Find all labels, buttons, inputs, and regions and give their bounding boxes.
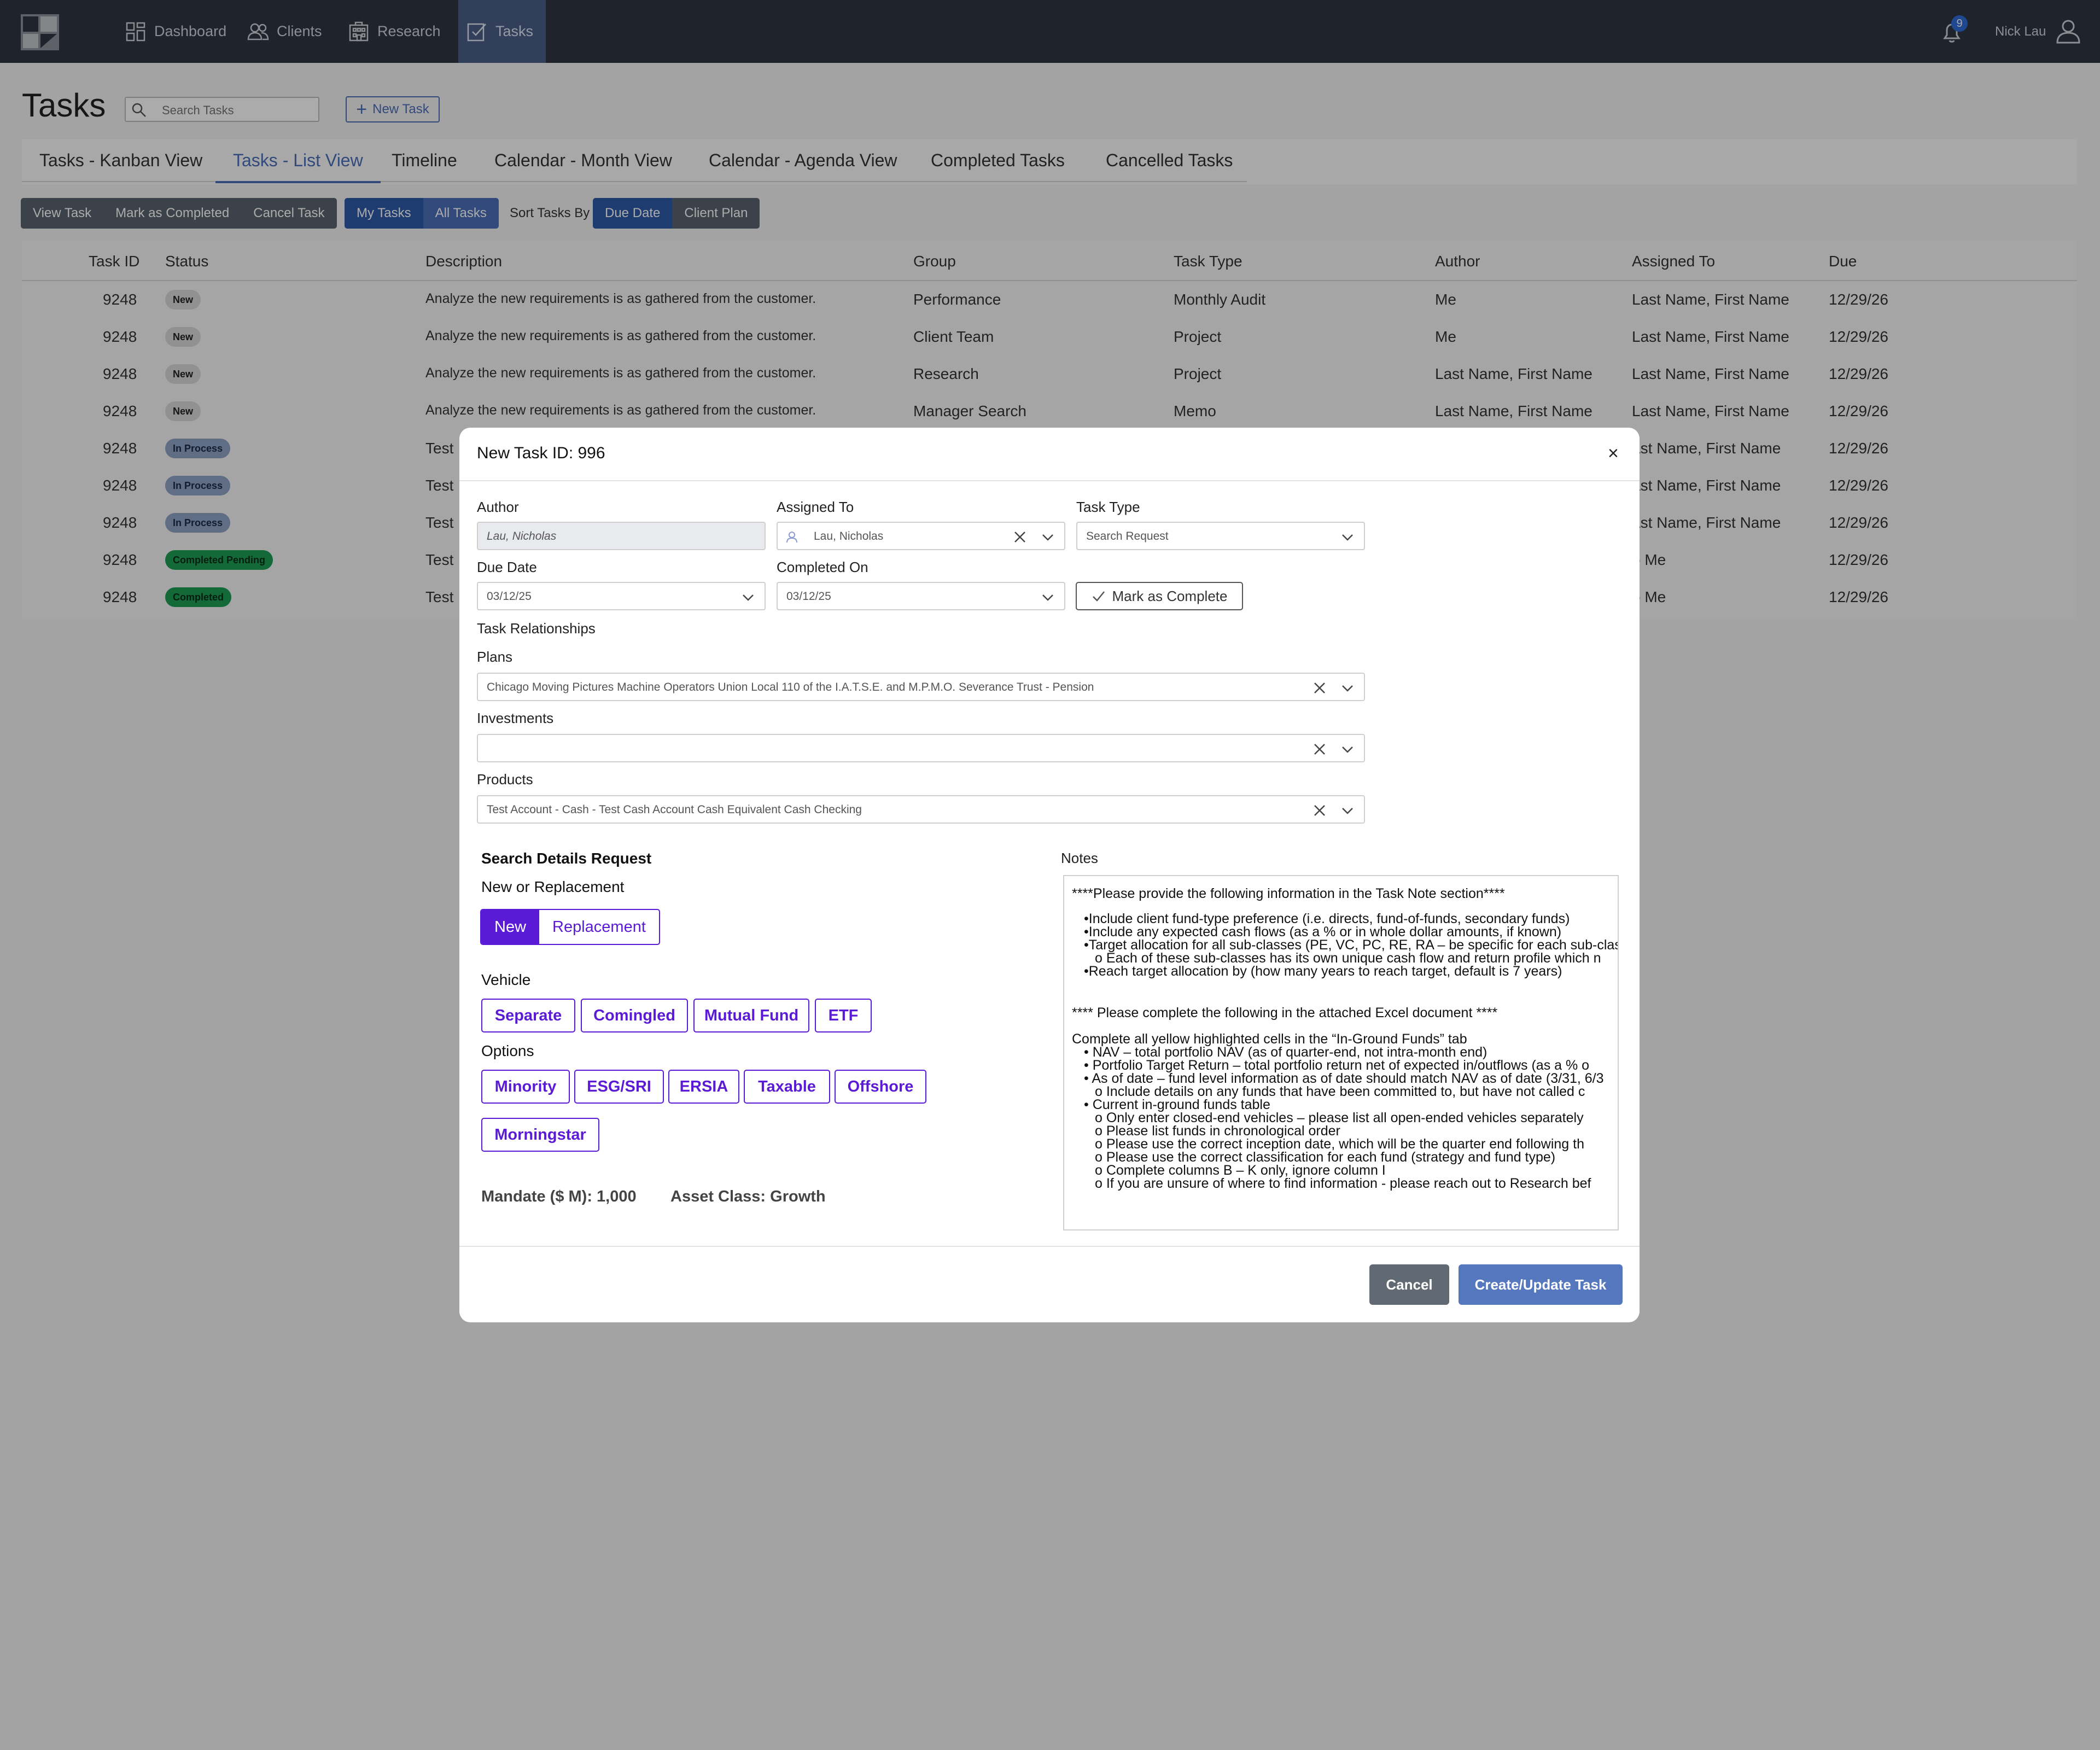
- vehicle-separate-chip[interactable]: Separate: [481, 999, 575, 1032]
- modal-header-divider: [459, 480, 1640, 481]
- plans-value: Chicago Moving Pictures Machine Operator…: [487, 681, 1094, 693]
- products-select[interactable]: Test Account - Cash - Test Cash Account …: [477, 795, 1365, 824]
- option-ersia-chip[interactable]: ERSIA: [668, 1070, 739, 1104]
- option-taxable-chip[interactable]: Taxable: [744, 1070, 830, 1104]
- mark-as-complete-label: Mark as Complete: [1112, 587, 1228, 604]
- clear-icon[interactable]: [1312, 681, 1327, 695]
- vehicle-label: Vehicle: [481, 971, 531, 988]
- vehicle-etf-chip[interactable]: ETF: [815, 999, 872, 1032]
- chevron-down-icon[interactable]: [1041, 530, 1054, 544]
- mandate-value: Mandate ($ M): 1,000: [481, 1188, 637, 1205]
- task-relationships-label: Task Relationships: [477, 620, 596, 637]
- mark-as-complete-button[interactable]: Mark as Complete: [1076, 582, 1243, 610]
- due-date-value: 03/12/25: [487, 590, 532, 603]
- option-morningstar-chip[interactable]: Morningstar: [481, 1118, 599, 1152]
- clear-icon[interactable]: [1013, 530, 1027, 544]
- investments-label: Investments: [477, 710, 554, 726]
- notes-line: •Reach target allocation by (how many ye…: [1084, 964, 1562, 979]
- due-date-label: Due Date: [477, 559, 537, 575]
- notes-line: **** Please complete the following in th…: [1072, 1005, 1498, 1020]
- author-value: Lau, Nicholas: [487, 530, 557, 542]
- clear-icon[interactable]: [1312, 742, 1327, 756]
- products-label: Products: [477, 771, 533, 788]
- new-or-replacement-label: New or Replacement: [481, 878, 625, 895]
- close-icon[interactable]: ×: [1608, 443, 1619, 464]
- person-icon: [786, 532, 797, 543]
- vehicle-mutual-fund-chip[interactable]: Mutual Fund: [693, 999, 809, 1032]
- completed-on-picker[interactable]: 03/12/25: [777, 582, 1065, 610]
- assigned-to-select[interactable]: Lau, Nicholas: [777, 522, 1065, 550]
- plans-select[interactable]: Chicago Moving Pictures Machine Operator…: [477, 673, 1365, 701]
- chevron-down-icon[interactable]: [1341, 743, 1354, 756]
- cancel-button[interactable]: Cancel: [1369, 1264, 1449, 1305]
- option-esg-sri-chip[interactable]: ESG/SRI: [574, 1070, 664, 1104]
- modal-title: New Task ID: 996: [477, 444, 605, 462]
- investments-select[interactable]: [477, 734, 1365, 762]
- assigned-to-value: Lau, Nicholas: [814, 530, 884, 542]
- asset-class-value: Asset Class: Growth: [670, 1188, 826, 1205]
- chevron-down-icon[interactable]: [1041, 591, 1054, 604]
- search-details-heading: Search Details Request: [481, 850, 652, 867]
- chevron-down-icon[interactable]: [1341, 530, 1354, 544]
- chevron-down-icon[interactable]: [742, 591, 755, 604]
- modal-footer-divider: [459, 1246, 1640, 1247]
- new-task-modal: New Task ID: 996 × Author Lau, Nicholas …: [459, 428, 1640, 1322]
- due-date-picker[interactable]: 03/12/25: [477, 582, 766, 610]
- options-label: Options: [481, 1042, 534, 1059]
- chevron-down-icon[interactable]: [1341, 804, 1354, 817]
- task-type-value: Search Request: [1086, 530, 1169, 542]
- chevron-down-icon[interactable]: [1341, 681, 1354, 695]
- notes-line: o If you are unsure of where to find inf…: [1095, 1176, 1591, 1191]
- new-option[interactable]: New: [481, 910, 540, 944]
- products-value: Test Account - Cash - Test Cash Account …: [487, 803, 862, 816]
- replacement-option[interactable]: Replacement: [539, 910, 659, 944]
- completed-on-label: Completed On: [777, 559, 868, 575]
- option-minority-chip[interactable]: Minority: [481, 1070, 570, 1104]
- vehicle-comingled-chip[interactable]: Comingled: [581, 999, 688, 1032]
- check-icon: [1092, 591, 1105, 602]
- assigned-to-label: Assigned To: [777, 499, 854, 515]
- task-type-label: Task Type: [1076, 499, 1140, 515]
- task-type-select[interactable]: Search Request: [1076, 522, 1365, 550]
- option-offshore-chip[interactable]: Offshore: [835, 1070, 926, 1104]
- create-update-task-button[interactable]: Create/Update Task: [1459, 1264, 1623, 1305]
- completed-on-value: 03/12/25: [786, 590, 831, 603]
- plans-label: Plans: [477, 649, 513, 665]
- new-or-replacement-toggle: New Replacement: [480, 909, 660, 945]
- notes-line: ****Please provide the following informa…: [1072, 886, 1505, 901]
- notes-textarea[interactable]: ****Please provide the following informa…: [1063, 875, 1619, 1230]
- author-field: Lau, Nicholas: [477, 522, 766, 550]
- notes-label: Notes: [1061, 850, 1098, 866]
- clear-icon[interactable]: [1312, 803, 1327, 818]
- author-label: Author: [477, 499, 519, 515]
